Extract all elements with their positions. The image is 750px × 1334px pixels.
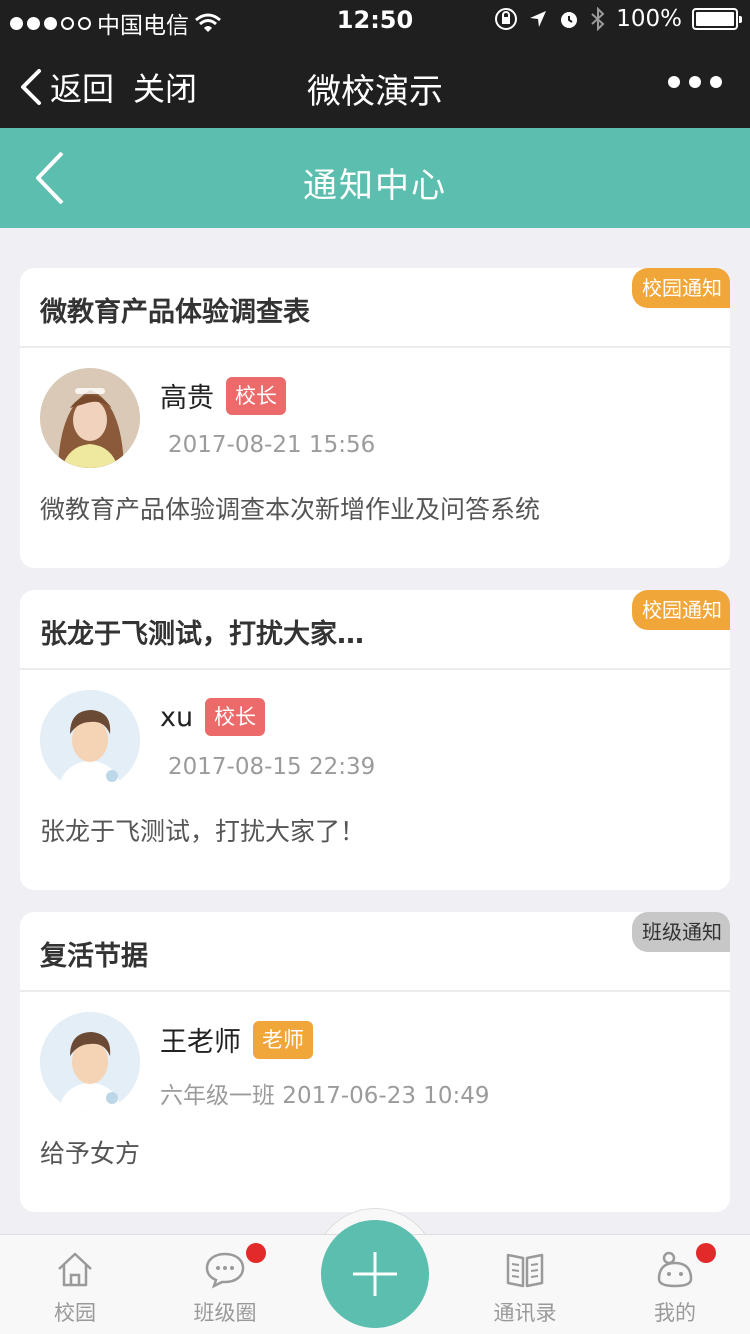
notification-badge	[696, 1243, 716, 1263]
avatar	[40, 1012, 140, 1112]
location-icon	[530, 11, 547, 27]
author-label: 王老师	[160, 1027, 241, 1058]
app-header: 通知中心	[0, 128, 750, 228]
wechat-nav: 返回 关闭 微校演示	[0, 40, 750, 128]
role-badge: 校长	[226, 376, 286, 415]
alarm-icon	[561, 12, 578, 28]
notification-badge	[246, 1243, 266, 1263]
notice-title: 复活节据	[20, 912, 730, 992]
tab-label: 校园	[54, 1301, 96, 1325]
chat-bubble-icon	[205, 1252, 245, 1289]
notice-meta: 2017-08-15 22:39	[168, 754, 376, 780]
notice-title: 微教育产品体验调查表	[20, 268, 730, 348]
notice-type-badge: 班级通知	[632, 912, 730, 952]
author-name: 高贵 校长	[160, 376, 286, 415]
tab-label: 通讯录	[493, 1301, 557, 1325]
status-right: 100%	[494, 6, 742, 32]
notice-title: 张龙于飞测试，打扰大家…	[20, 590, 730, 670]
profile-icon	[657, 1251, 693, 1288]
tab-campus[interactable]: 校园	[0, 1235, 150, 1334]
author-name: 王老师 老师	[160, 1020, 313, 1059]
author-label: 高贵	[160, 383, 214, 414]
avatar	[40, 368, 140, 468]
notice-meta: 六年级一班 2017-06-23 10:49	[160, 1083, 490, 1109]
notice-content: 张龙于飞测试，打扰大家了！	[40, 817, 366, 846]
notice-content: 给予女方	[40, 1139, 141, 1168]
book-icon	[506, 1253, 544, 1288]
tab-label: 班级圈	[193, 1301, 257, 1325]
role-badge: 老师	[253, 1020, 313, 1059]
house-icon	[58, 1252, 92, 1287]
notice-type-badge: 校园通知	[632, 268, 730, 308]
role-badge: 校长	[205, 698, 266, 736]
battery-icon	[692, 8, 742, 30]
avatar	[40, 690, 140, 790]
notice-list: 微教育产品体验调查表 校园通知 高贵 校长 2017-08-21 15:56 微…	[20, 268, 730, 1234]
add-button[interactable]	[321, 1220, 429, 1328]
more-menu-icon[interactable]	[668, 76, 722, 88]
notice-type-badge: 校园通知	[632, 590, 730, 630]
author-label: xu	[160, 701, 194, 733]
notice-card[interactable]: 复活节据 班级通知 王老师 老师 六年级一班 2017-06-23 10:49 …	[20, 912, 730, 1212]
notice-meta: 2017-08-21 15:56	[168, 432, 376, 458]
top-bar: 中国电信 12:50 100% 返回 关闭 微校演示	[0, 0, 750, 128]
bluetooth-icon	[591, 7, 605, 31]
plus-icon	[353, 1252, 397, 1296]
author-name: xu 校长	[160, 698, 266, 736]
tab-class-circle[interactable]: 班级圈	[150, 1235, 300, 1334]
rotation-lock-icon	[495, 8, 518, 30]
notice-card[interactable]: 张龙于飞测试，打扰大家… 校园通知 xu 校长 2017-08-15 22:39…	[20, 590, 730, 890]
status-bar: 中国电信 12:50 100%	[0, 0, 750, 40]
notice-content: 微教育产品体验调查本次新增作业及问答系统	[40, 495, 541, 524]
page-title: 通知中心	[303, 166, 447, 206]
battery-percent: 100%	[616, 6, 682, 32]
notice-card[interactable]: 微教育产品体验调查表 校园通知 高贵 校长 2017-08-21 15:56 微…	[20, 268, 730, 568]
tab-mine[interactable]: 我的	[600, 1235, 750, 1334]
wechat-title: 微校演示	[307, 72, 443, 112]
tab-label: 我的	[654, 1301, 696, 1325]
tab-contacts[interactable]: 通讯录	[450, 1235, 600, 1334]
